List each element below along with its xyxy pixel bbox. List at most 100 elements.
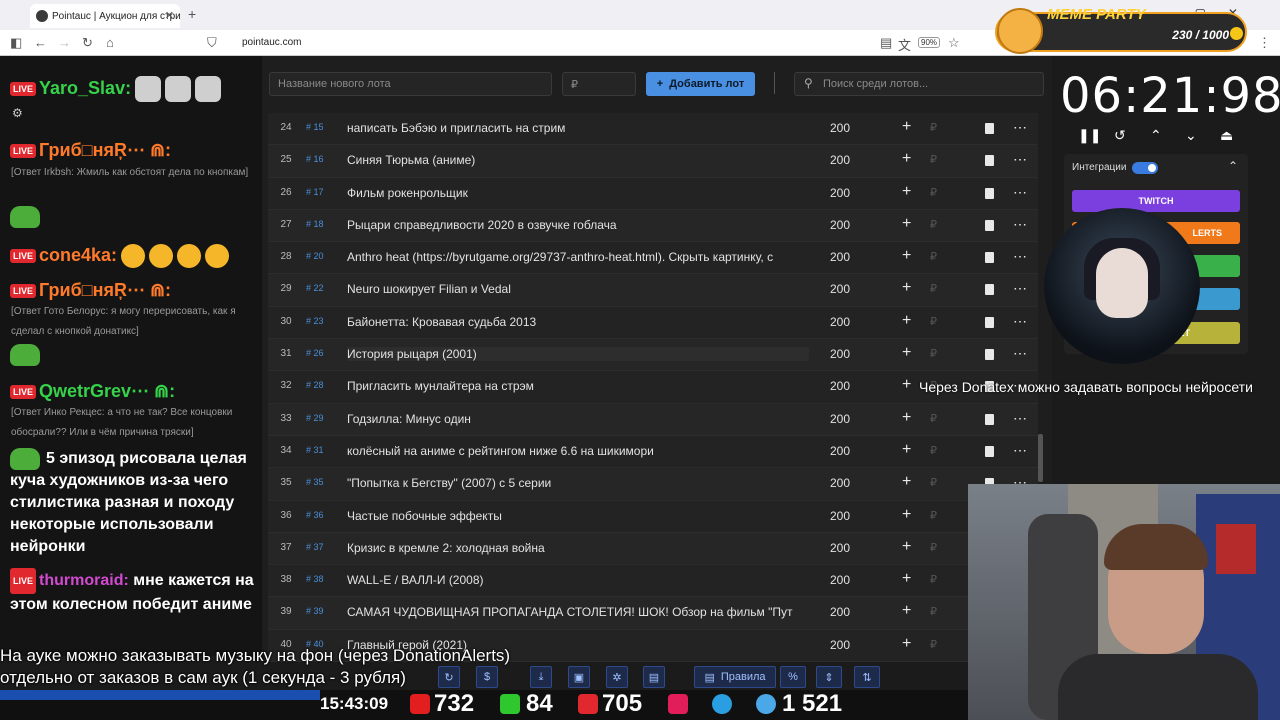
lot-amount-input[interactable]: ₽ xyxy=(562,72,636,96)
add-amount-icon[interactable]: + xyxy=(902,215,911,233)
add-amount-icon[interactable]: + xyxy=(902,635,911,653)
forward-icon[interactable]: → xyxy=(58,35,71,50)
bug-icon[interactable]: ✲ xyxy=(606,666,628,688)
add-amount-icon[interactable]: + xyxy=(902,118,911,136)
lot-name[interactable]: Кризис в кремле 2: холодная война xyxy=(347,541,809,555)
ruble-icon[interactable]: ₽ xyxy=(930,541,937,554)
ruble-icon[interactable]: ₽ xyxy=(930,638,937,651)
lot-name[interactable]: Фильм рокенрольщик xyxy=(347,186,809,200)
url-field[interactable]: pointauc.com xyxy=(242,37,301,48)
more-icon[interactable]: ⋯ xyxy=(1013,151,1027,168)
menu-icon[interactable]: ⋮ xyxy=(1258,35,1271,51)
list-delete-icon[interactable]: ▤ xyxy=(643,666,665,688)
more-icon[interactable]: ⋯ xyxy=(1013,313,1027,330)
browser-tab[interactable]: Pointauc | Аукцион для стрим ✕ xyxy=(30,4,180,28)
add-amount-icon[interactable]: + xyxy=(902,376,911,394)
lot-name[interactable]: "Попытка к Бегству" (2007) с 5 серии xyxy=(347,476,809,490)
ruble-icon[interactable]: ₽ xyxy=(930,282,937,295)
lot-row[interactable]: 24 # 15 написать Бэбэю и пригласить на стр… xyxy=(268,113,1038,146)
lot-name[interactable]: История рыцаря (2001) xyxy=(347,347,809,362)
ruble-icon[interactable]: ₽ xyxy=(930,315,937,328)
lot-row[interactable]: 30 # 23 Байонетта: Кровавая судьба 2013 200… xyxy=(268,306,1038,340)
more-icon[interactable]: ⋯ xyxy=(1013,280,1027,297)
lot-name[interactable]: Байонетта: Кровавая судьба 2013 xyxy=(347,315,809,329)
add-amount-icon[interactable]: + xyxy=(902,473,911,491)
delete-icon[interactable] xyxy=(985,445,994,457)
lot-row[interactable]: 31 # 26 История рыцаря (2001) 200 + ₽ ⋯ xyxy=(268,339,1038,372)
lot-name[interactable]: Neuro шокирует Filian и Vedal xyxy=(347,282,809,296)
more-icon[interactable]: ⋯ xyxy=(1013,119,1027,136)
delete-icon[interactable] xyxy=(985,349,994,361)
add-amount-icon[interactable]: + xyxy=(902,183,911,201)
reader-icon[interactable]: ▤ xyxy=(880,35,892,51)
add-amount-icon[interactable]: + xyxy=(902,409,911,427)
lot-row[interactable]: 37 # 37 Кризис в кремле 2: холодная война 2… xyxy=(268,532,1038,566)
pause-icon[interactable]: ❚❚ xyxy=(1078,127,1101,144)
split-icon[interactable]: ⇕ xyxy=(816,666,842,688)
shield-icon[interactable]: ⛉ xyxy=(207,35,217,51)
more-icon[interactable]: ⋯ xyxy=(1013,345,1027,362)
lot-row[interactable]: 29 # 22 Neuro шокирует Filian и Vedal 200 + ₽… xyxy=(268,274,1038,307)
lot-name-input[interactable]: Название нового лота xyxy=(269,72,552,96)
close-tab-icon[interactable]: ✕ xyxy=(165,9,174,22)
download-icon[interactable]: ⤓ xyxy=(530,666,552,688)
delete-icon[interactable] xyxy=(985,252,994,264)
lot-name[interactable]: Anthro heat (https://byrutgame.org/29737… xyxy=(347,250,809,264)
lot-row[interactable]: 33 # 29 Годзилла: Минус один 200 + ₽ ⋯ xyxy=(268,403,1038,436)
translate-icon[interactable]: 文 xyxy=(898,35,911,54)
add-amount-icon[interactable]: + xyxy=(902,247,911,265)
lot-row[interactable]: 39 # 39 САМАЯ ЧУДОВИЩНАЯ ПРОПАГАНДА СТОЛЕТ… xyxy=(268,597,1038,630)
lot-row[interactable]: 28 # 20 Anthro heat (https://byrutgame.org… xyxy=(268,242,1038,275)
ruble-icon[interactable]: ₽ xyxy=(930,509,937,522)
lot-name[interactable]: написать Бэбэю и пригласить на стрим xyxy=(347,121,809,135)
delete-icon[interactable] xyxy=(985,155,994,167)
ruble-icon[interactable]: ₽ xyxy=(930,412,937,425)
percent-button[interactable]: % xyxy=(780,666,806,688)
lot-name[interactable]: WALL-E / ВАЛЛ-И (2008) xyxy=(347,573,809,587)
ruble-icon[interactable]: ₽ xyxy=(930,444,937,457)
lot-row[interactable]: 26 # 17 Фильм рокенрольщик 200 + ₽ ⋯ xyxy=(268,177,1038,210)
lot-row[interactable]: 25 # 16 Синяя Тюрьма (аниме) 200 + ₽ ⋯ xyxy=(268,145,1038,178)
add-amount-icon[interactable]: + xyxy=(902,441,911,459)
more-icon[interactable]: ⋯ xyxy=(1013,184,1027,201)
add-amount-icon[interactable]: + xyxy=(902,150,911,168)
add-amount-icon[interactable]: + xyxy=(902,570,911,588)
more-icon[interactable]: ⋯ xyxy=(1013,216,1027,233)
ruble-icon[interactable]: ₽ xyxy=(930,250,937,263)
delete-icon[interactable] xyxy=(985,413,994,425)
add-amount-icon[interactable]: + xyxy=(902,279,911,297)
ruble-icon[interactable]: ₽ xyxy=(930,121,937,134)
delete-icon[interactable] xyxy=(985,123,994,134)
delete-icon[interactable] xyxy=(985,284,994,296)
new-tab-icon[interactable]: + xyxy=(188,6,196,22)
lot-row[interactable]: 36# 36Частые побочные эффекты200+₽⋯ xyxy=(268,500,1038,533)
reset-icon[interactable]: ↺ xyxy=(1114,127,1126,144)
integrations-toggle[interactable] xyxy=(1132,162,1158,174)
twitch-button[interactable]: TWITCH xyxy=(1072,190,1240,212)
ruble-icon[interactable]: ₽ xyxy=(930,347,937,360)
zoom-level[interactable]: 90% xyxy=(918,37,941,48)
ruble-icon[interactable]: ₽ xyxy=(930,218,937,231)
sidebar-icon[interactable]: ◧ xyxy=(10,35,22,51)
add-amount-icon[interactable]: + xyxy=(902,506,911,524)
lot-row[interactable]: 34 # 31 колёсный на аниме с рейтингом ниже… xyxy=(268,435,1038,469)
rules-button[interactable]: ▤ Правила xyxy=(694,666,776,688)
more-icon[interactable]: ⋯ xyxy=(1013,248,1027,265)
more-icon[interactable]: ⋯ xyxy=(1013,410,1027,427)
lot-name[interactable]: Годзилла: Минус один xyxy=(347,412,809,426)
more-icon[interactable]: ⋯ xyxy=(1013,442,1027,459)
bookmark-star-icon[interactable]: ☆ xyxy=(948,35,960,51)
lot-name[interactable]: колёсный на аниме с рейтингом ниже 6.6 н… xyxy=(347,444,809,458)
reload-icon[interactable]: ↻ xyxy=(82,35,93,51)
chevron-down-icon[interactable]: ⌄ xyxy=(1185,127,1197,144)
lot-row[interactable]: 27 # 18 Рыцари справедливости 2020 в озвуч… xyxy=(268,209,1038,243)
lot-name[interactable]: САМАЯ ЧУДОВИЩНАЯ ПРОПАГАНДА СТОЛЕТИЯ! ШО… xyxy=(347,605,809,619)
lot-name[interactable]: Пригласить мунлайтера на стрэм xyxy=(347,379,809,393)
lot-name[interactable]: Синяя Тюрьма (аниме) xyxy=(347,153,809,167)
lot-name[interactable]: Частые побочные эффекты xyxy=(347,509,809,523)
ruble-icon[interactable]: ₽ xyxy=(930,476,937,489)
lot-row[interactable]: 35 # 35 "Попытка к Бегству" (2007) с 5 сер… xyxy=(268,468,1038,501)
sort-icon[interactable]: ⇅ xyxy=(854,666,880,688)
add-amount-icon[interactable]: + xyxy=(902,538,911,556)
ruble-icon[interactable]: ₽ xyxy=(930,605,937,618)
